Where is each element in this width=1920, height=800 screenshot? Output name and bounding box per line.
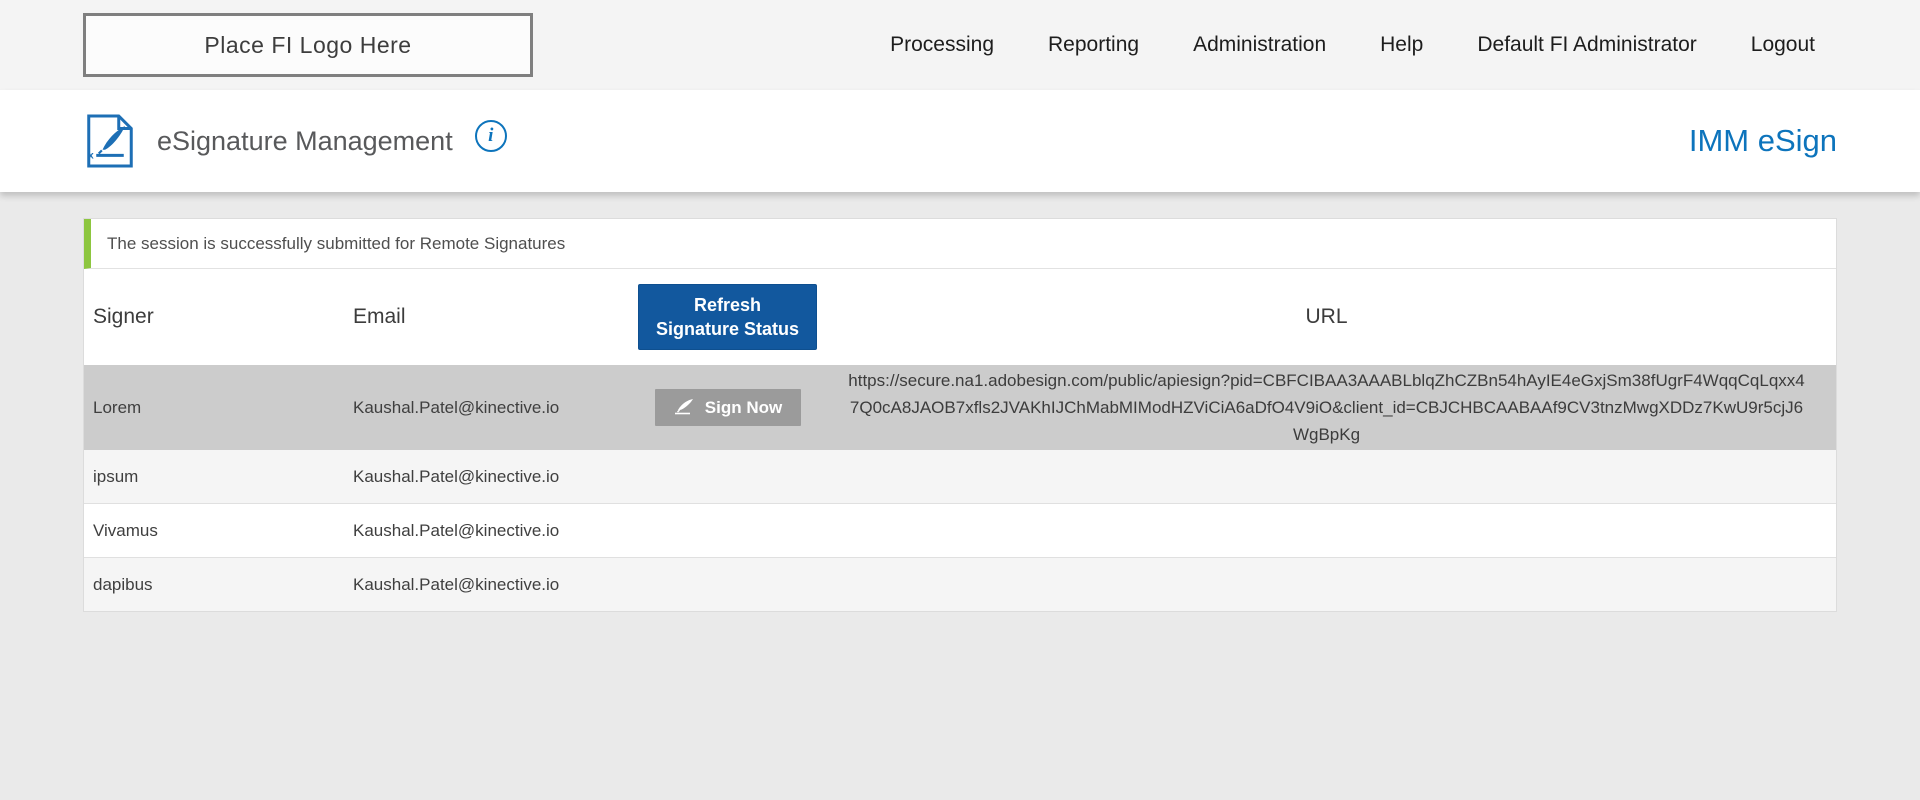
quill-pen-icon bbox=[673, 399, 697, 416]
main-content: The session is successfully submitted fo… bbox=[0, 192, 1920, 612]
column-header-signer: Signer bbox=[84, 305, 353, 329]
table-header-row: Signer Email Refresh Signature Status UR… bbox=[84, 269, 1836, 365]
success-message-text: The session is successfully submitted fo… bbox=[107, 234, 565, 254]
signer-name: Vivamus bbox=[84, 521, 353, 541]
refresh-button-line2: Signature Status bbox=[656, 319, 799, 339]
nav-help[interactable]: Help bbox=[1380, 33, 1423, 57]
nav-user-default-fi-administrator[interactable]: Default FI Administrator bbox=[1477, 33, 1696, 57]
refresh-signature-status-button[interactable]: Refresh Signature Status bbox=[638, 284, 817, 350]
signer-email: Kaushal.Patel@kinective.io bbox=[353, 575, 638, 595]
nav-logout[interactable]: Logout bbox=[1751, 33, 1815, 57]
signer-name: Lorem bbox=[84, 398, 353, 418]
table-row: ipsum Kaushal.Patel@kinective.io bbox=[84, 450, 1836, 504]
sign-now-label: Sign Now bbox=[705, 398, 782, 418]
session-panel: The session is successfully submitted fo… bbox=[83, 218, 1837, 612]
svg-text:x: x bbox=[88, 151, 94, 162]
signer-email: Kaushal.Patel@kinective.io bbox=[353, 398, 638, 418]
info-icon-glyph: i bbox=[488, 125, 493, 147]
nav-processing[interactable]: Processing bbox=[890, 33, 994, 57]
signer-name: dapibus bbox=[84, 575, 353, 595]
top-nav: Processing Reporting Administration Help… bbox=[890, 33, 1815, 57]
table-row: Vivamus Kaushal.Patel@kinective.io bbox=[84, 504, 1836, 558]
brand-imm-esign: IMM eSign bbox=[1689, 123, 1837, 159]
nav-reporting[interactable]: Reporting bbox=[1048, 33, 1139, 57]
top-bar: Place FI Logo Here Processing Reporting … bbox=[0, 0, 1920, 90]
success-message: The session is successfully submitted fo… bbox=[84, 219, 1836, 269]
sign-now-button[interactable]: Sign Now bbox=[655, 389, 801, 426]
fi-logo-placeholder: Place FI Logo Here bbox=[83, 13, 533, 77]
esignature-document-icon: x bbox=[85, 113, 135, 169]
nav-administration[interactable]: Administration bbox=[1193, 33, 1326, 57]
table-row: Lorem Kaushal.Patel@kinective.io Sign No… bbox=[84, 365, 1836, 450]
page-title: eSignature Management bbox=[157, 126, 453, 157]
signer-name: ipsum bbox=[84, 467, 353, 487]
info-icon[interactable]: i bbox=[475, 120, 507, 152]
refresh-button-line1: Refresh bbox=[694, 295, 761, 315]
signing-url: https://secure.na1.adobesign.com/public/… bbox=[817, 367, 1836, 448]
column-header-email: Email bbox=[353, 305, 638, 329]
fi-logo-text: Place FI Logo Here bbox=[204, 32, 411, 59]
page-header: x eSignature Management i IMM eSign bbox=[0, 90, 1920, 192]
table-row: dapibus Kaushal.Patel@kinective.io bbox=[84, 558, 1836, 611]
column-header-url: URL bbox=[817, 305, 1836, 329]
signer-email: Kaushal.Patel@kinective.io bbox=[353, 467, 638, 487]
signer-email: Kaushal.Patel@kinective.io bbox=[353, 521, 638, 541]
